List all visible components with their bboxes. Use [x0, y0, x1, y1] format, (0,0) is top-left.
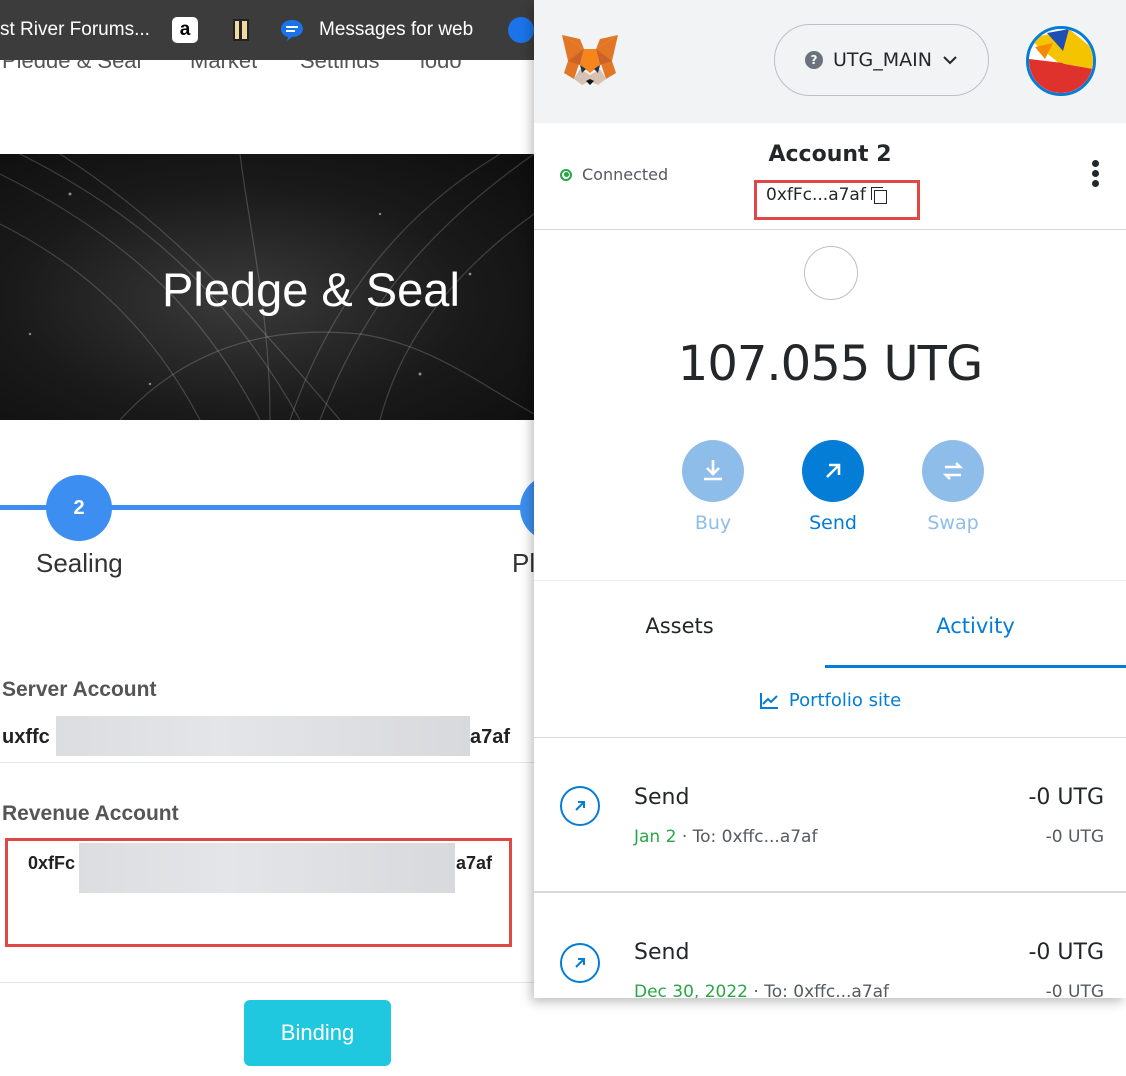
revenue-account-redaction — [79, 843, 455, 893]
nav-item-logo[interactable]: logo — [420, 60, 462, 68]
swap-icon — [942, 462, 964, 480]
arrow-up-right-icon — [826, 463, 841, 478]
account-address-copy[interactable]: 0xfFc...a7af — [766, 185, 887, 205]
tx-send-icon — [560, 943, 600, 983]
chrome-app-icon — [508, 17, 534, 43]
connection-status-label: Connected — [582, 165, 669, 184]
server-account-divider — [0, 762, 534, 763]
tx-2-details: Dec 30, 2022 · To: 0xffc...a7af — [634, 982, 889, 998]
send-label: Send — [809, 512, 857, 534]
server-account-label: Server Account — [2, 678, 157, 701]
tx-1-recipient: · To: 0xffc...a7af — [676, 827, 818, 847]
amazon-icon: a — [172, 17, 198, 43]
network-selector[interactable]: ? UTG_MAIN — [774, 24, 989, 96]
portfolio-divider — [534, 737, 1126, 738]
bookmark-messages-label: Messages for web — [319, 19, 474, 40]
chart-icon — [759, 692, 778, 709]
bookmark-forums[interactable]: st River Forums... — [0, 0, 150, 60]
metamask-popup: ? UTG_MAIN Connected Account 2 0xfFc...a… — [534, 0, 1126, 998]
tx-2-amount: -0 UTG — [1028, 940, 1104, 965]
tx-1-amount: -0 UTG — [1028, 785, 1104, 810]
identicon-icon — [1029, 29, 1093, 93]
tab-activity[interactable]: Activity — [825, 581, 1126, 671]
account-address: 0xfFc...a7af — [766, 185, 866, 205]
step-2-circle: 2 — [46, 475, 112, 541]
chevron-down-icon — [943, 56, 957, 65]
server-account-redaction — [56, 716, 470, 756]
revenue-account-address-start[interactable]: 0xfFc — [28, 853, 75, 874]
connection-status[interactable]: Connected — [560, 165, 668, 184]
account-name: Account 2 — [768, 142, 892, 167]
tx-2-amount-secondary: -0 UTG — [1045, 982, 1104, 998]
server-account-address-end: a7af — [470, 726, 511, 748]
tx-send-icon — [560, 786, 600, 826]
token-icon — [804, 246, 858, 300]
tx-2-date: Dec 30, 2022 — [634, 982, 749, 998]
copy-icon — [870, 187, 887, 204]
tx-2-recipient: · To: 0xffc...a7af — [748, 982, 890, 998]
bookmark-messages[interactable]: Messages for web — [279, 0, 473, 60]
step-2-number: 2 — [73, 496, 85, 519]
account-options-icon[interactable] — [1092, 160, 1100, 190]
buy-button[interactable] — [682, 440, 744, 502]
tx-divider — [534, 891, 1126, 893]
server-account-address-start: uxffc — [2, 726, 50, 748]
messages-icon — [281, 20, 303, 41]
tx-1-date: Jan 2 — [634, 827, 677, 847]
nav-item-pledge-seal[interactable]: Pledge & Seal — [2, 60, 141, 68]
tx-1-details: Jan 2 · To: 0xffc...a7af — [634, 827, 817, 847]
nav-item-settings[interactable]: Settings — [300, 60, 380, 68]
bookmark-forums-label: st River Forums... — [0, 19, 150, 40]
binding-button[interactable]: Binding — [244, 1000, 391, 1066]
network-status-icon: ? — [805, 51, 824, 69]
send-button[interactable] — [802, 440, 864, 502]
bookmark-extra[interactable] — [508, 0, 534, 60]
book-icon — [233, 19, 249, 41]
connected-dot-icon — [560, 168, 572, 181]
tab-bar: Assets Activity — [534, 580, 1126, 670]
tx-2-type: Send — [634, 940, 690, 965]
swap-label: Swap — [927, 512, 979, 534]
step-3-label: Pl — [512, 548, 536, 578]
swap-button[interactable] — [922, 440, 984, 502]
revenue-account-divider — [0, 982, 534, 983]
tab-assets[interactable]: Assets — [534, 581, 825, 671]
tx-1-type: Send — [634, 785, 690, 810]
metamask-fox-icon[interactable] — [560, 33, 620, 89]
revenue-account-label: Revenue Account — [2, 802, 179, 825]
bookmark-book[interactable] — [233, 0, 249, 60]
download-icon — [704, 460, 722, 481]
revenue-account-address-end[interactable]: a7af — [456, 853, 492, 874]
balance: 107.055 UTG — [677, 336, 983, 392]
buy-label: Buy — [694, 512, 732, 534]
nav-item-market[interactable]: Market — [190, 60, 257, 68]
account-avatar[interactable] — [1026, 26, 1096, 96]
hero-banner: Pledge & Seal — [0, 154, 534, 420]
screen: st River Forums... a Messages for web Pl… — [0, 0, 1126, 1076]
portfolio-link-label: Portfolio site — [788, 690, 902, 711]
active-tab-indicator — [825, 665, 1126, 668]
network-name: UTG_MAIN — [833, 49, 932, 71]
site-nav: Pledge & Seal Market Settings logo — [0, 60, 534, 68]
bookmarks-bar: st River Forums... a Messages for web — [0, 0, 534, 60]
tx-1-amount-secondary: -0 UTG — [1045, 827, 1104, 847]
step-2-label: Sealing — [36, 548, 123, 578]
bookmark-amazon[interactable]: a — [172, 0, 198, 60]
portfolio-link[interactable]: Portfolio site — [534, 690, 1126, 711]
